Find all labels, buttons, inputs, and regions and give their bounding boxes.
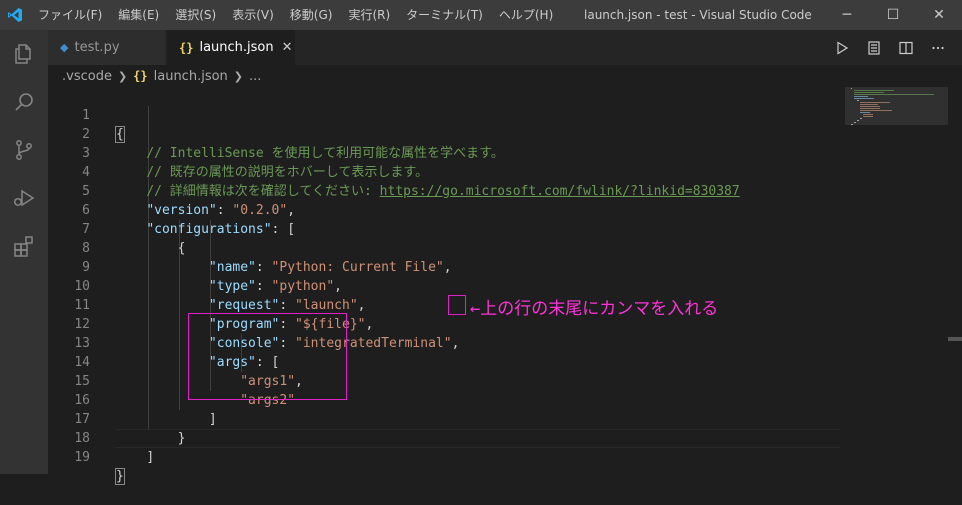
minimap-slider[interactable]: [845, 87, 948, 125]
extensions-button[interactable]: [0, 222, 48, 270]
python-file-icon: ◆: [60, 41, 69, 54]
code-line: 17 }: [48, 391, 843, 446]
code-line: 18 ]: [48, 410, 843, 465]
code-line: 2 // IntelliSense を使用して利用可能な属性を学べます。: [48, 106, 843, 161]
menu-run[interactable]: 実行(R): [340, 0, 398, 30]
run-debug-button[interactable]: [0, 174, 48, 222]
window-controls: ─ ☐ ✕: [824, 0, 962, 30]
json-file-icon: {}: [133, 69, 148, 83]
tab-bar: ◆ test.py {} launch.json ✕: [48, 30, 962, 65]
ellipsis-icon: [932, 46, 944, 49]
code-line: 3 // 既存の属性の説明をホバーして表示します。: [48, 125, 843, 180]
code-line: 5 "version": "0.2.0",: [48, 163, 843, 218]
play-icon: [837, 40, 849, 55]
run-debug-icon: [14, 189, 35, 207]
vscode-logo-icon: [0, 0, 30, 30]
code-line: 1 {: [48, 87, 843, 143]
breadcrumb: .vscode ❯ {} launch.json ❯ ...: [48, 65, 962, 87]
more-actions-button[interactable]: [922, 40, 954, 56]
minimize-button[interactable]: ─: [824, 0, 870, 30]
preview-icon: [868, 40, 880, 55]
tab-launch-json[interactable]: {} launch.json ✕: [167, 30, 295, 65]
extensions-icon: [14, 236, 33, 257]
breadcrumb-more[interactable]: ...: [249, 69, 261, 84]
vertical-scrollbar[interactable]: [948, 87, 962, 474]
annotation-args-box: [188, 313, 347, 400]
source-control-icon: [16, 140, 32, 160]
bracket-highlight: }: [115, 468, 125, 485]
close-icon[interactable]: ✕: [282, 40, 293, 55]
code-line: 19 }: [48, 429, 843, 485]
chevron-right-icon: ❯: [117, 69, 128, 83]
title-bar: ファイル(F) 編集(E) 選択(S) 表示(V) 移動(G) 実行(R) ター…: [0, 0, 962, 30]
code-editor[interactable]: 1 { 2 // IntelliSense を使用して利用可能な属性を学べます。…: [48, 87, 843, 485]
annotation-comma-box: [448, 295, 466, 315]
menu-terminal[interactable]: ターミナル(T): [398, 0, 491, 30]
menu-view[interactable]: 表示(V): [224, 0, 282, 30]
maximize-button[interactable]: ☐: [870, 0, 916, 30]
tab-label: test.py: [74, 40, 120, 55]
code-line: 4 // 詳細情報は次を確認してください: https://go.microso…: [48, 144, 843, 199]
files-icon: [15, 44, 31, 64]
run-file-button[interactable]: [826, 40, 858, 56]
breadcrumb-file[interactable]: launch.json: [154, 69, 228, 84]
search-icon: [15, 93, 33, 111]
code-line: 9 "type": "python",: [48, 239, 843, 294]
code-line: 10 "request": "launch",: [48, 258, 843, 313]
code-line: 11 "program": "${file}",: [48, 277, 843, 332]
annotation-text: ←上の行の末尾にカンマを入れる: [470, 299, 719, 319]
chevron-right-icon: ❯: [233, 69, 243, 83]
close-window-button[interactable]: ✕: [916, 0, 962, 30]
code-line: 8 "name": "Python: Current File",: [48, 220, 843, 275]
split-editor-button[interactable]: [890, 40, 922, 56]
menu-file[interactable]: ファイル(F): [30, 0, 110, 30]
explorer-button[interactable]: [0, 30, 48, 78]
code-line: 12 "console": "integratedTerminal",: [48, 296, 843, 351]
line-number: 19: [74, 450, 90, 465]
search-view-button[interactable]: [0, 78, 48, 126]
breadcrumb-folder[interactable]: .vscode: [62, 69, 112, 84]
menu-help[interactable]: ヘルプ(H): [491, 0, 561, 30]
code-line: 15 "args2": [48, 353, 843, 408]
source-control-button[interactable]: [0, 126, 48, 174]
code-line: 7 {: [48, 201, 843, 256]
code-line: 16 ]: [48, 372, 843, 427]
scrollbar-thumb[interactable]: [948, 337, 962, 341]
menu-bar: ファイル(F) 編集(E) 選択(S) 表示(V) 移動(G) 実行(R) ター…: [30, 0, 561, 30]
minimap[interactable]: [845, 87, 948, 474]
code-line: 14 "args1",: [48, 334, 843, 389]
menu-selection[interactable]: 選択(S): [167, 0, 224, 30]
tab-label: launch.json: [199, 40, 274, 55]
open-preview-button[interactable]: [858, 40, 890, 56]
menu-go[interactable]: 移動(G): [282, 0, 341, 30]
activity-bar: [0, 30, 48, 474]
code-line: 13 "args": [: [48, 315, 843, 370]
json-file-icon: {}: [179, 40, 194, 55]
tab-test-py[interactable]: ◆ test.py: [48, 30, 166, 65]
window-title: launch.json - test - Visual Studio Code: [584, 8, 812, 22]
editor-actions: [826, 30, 954, 65]
code-line: 6 "configurations": [: [48, 182, 843, 237]
menu-edit[interactable]: 編集(E): [110, 0, 167, 30]
split-editor-icon: [899, 41, 913, 54]
